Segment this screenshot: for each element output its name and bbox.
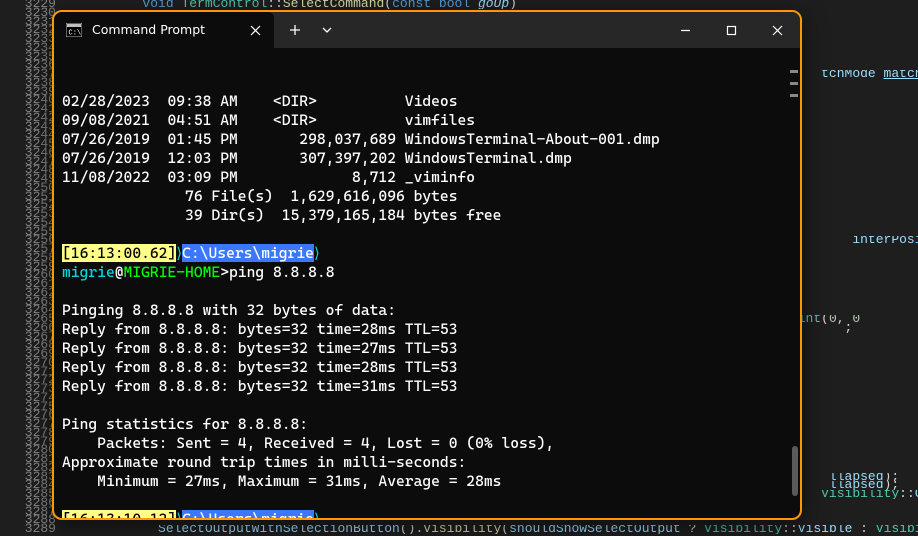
terminal-scrollbar[interactable] <box>790 48 798 518</box>
minimize-button[interactable] <box>662 14 708 46</box>
tab-close-button[interactable] <box>244 19 266 41</box>
terminal-text: 02/28/2023 09:38 AM <DIR> Videos09/08/20… <box>62 92 792 518</box>
new-tab-button[interactable] <box>280 15 310 45</box>
tab-title: Command Prompt <box>92 21 234 39</box>
maximize-button[interactable] <box>708 14 754 46</box>
cmd-icon: C:\ <box>66 23 82 37</box>
terminal-title-bar: C:\ Command Prompt <box>54 12 800 48</box>
close-window-button[interactable] <box>754 14 800 46</box>
terminal-window: C:\ Command Prompt <box>52 10 802 520</box>
tab-list-dropdown[interactable] <box>312 15 342 45</box>
scrollbar-thumb[interactable] <box>792 446 798 496</box>
terminal-output-area[interactable]: 02/28/2023 09:38 AM <DIR> Videos09/08/20… <box>54 48 800 518</box>
svg-text:C:\: C:\ <box>69 30 82 38</box>
terminal-tab[interactable]: C:\ Command Prompt <box>54 12 274 48</box>
